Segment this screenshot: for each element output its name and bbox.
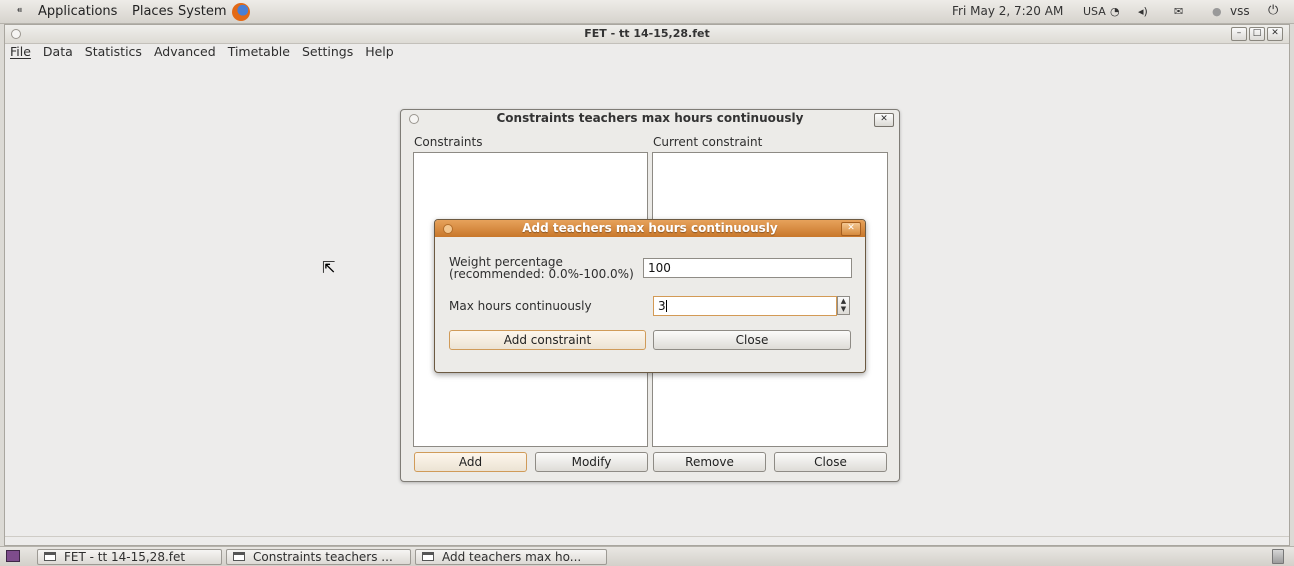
maximize-button[interactable]: □ <box>1249 27 1265 41</box>
menu-advanced[interactable]: Advanced <box>153 44 217 62</box>
menubar: File Data Statistics Advanced Timetable … <box>9 44 395 62</box>
menu-statistics[interactable]: Statistics <box>84 44 143 62</box>
gnome-foot-icon[interactable]: ⁌ <box>16 3 23 19</box>
max-hours-label: Max hours continuously <box>449 299 592 313</box>
taskbar-item-label: Constraints teachers ... <box>253 550 393 564</box>
constraints-label: Constraints <box>414 135 483 149</box>
add-constraint-button[interactable]: Add constraint <box>449 330 646 350</box>
close-icon[interactable]: ✕ <box>841 222 861 236</box>
add-dialog-titlebar[interactable]: Add teachers max hours continuously ✕ <box>435 220 865 237</box>
add-constraint-dialog: Add teachers max hours continuously ✕ We… <box>434 219 866 373</box>
status-bar <box>5 536 1289 537</box>
text-cursor <box>665 300 667 312</box>
taskbar-item-label: Add teachers max ho... <box>442 550 582 564</box>
taskbar-item-fet[interactable]: FET - tt 14-15,28.fet <box>37 549 222 565</box>
window-icon <box>44 552 56 561</box>
menu-timetable[interactable]: Timetable <box>227 44 291 62</box>
menu-places[interactable]: Places <box>132 4 173 19</box>
modify-button[interactable]: Modify <box>535 452 648 472</box>
bottom-panel: FET - tt 14-15,28.fet Constraints teache… <box>0 546 1294 566</box>
keyboard-layout-indicator[interactable]: USA <box>1083 5 1106 18</box>
menu-data[interactable]: Data <box>42 44 74 62</box>
menu-system[interactable]: System <box>178 4 226 19</box>
close-icon[interactable]: ✕ <box>874 113 894 127</box>
max-hours-spinbox[interactable]: 3 <box>653 296 837 316</box>
menu-settings[interactable]: Settings <box>301 44 354 62</box>
mail-icon[interactable]: ✉ <box>1174 5 1183 18</box>
spinbox-arrows[interactable]: ▲ ▼ <box>837 296 850 315</box>
window-icon <box>233 552 245 561</box>
trash-icon[interactable] <box>1272 549 1284 564</box>
power-icon[interactable]: ⏻ <box>1268 3 1278 18</box>
menu-help[interactable]: Help <box>364 44 395 62</box>
minimize-button[interactable]: – <box>1231 27 1247 41</box>
add-button[interactable]: Add <box>414 452 527 472</box>
window-icon <box>422 552 434 561</box>
network-icon[interactable]: ◔ <box>1110 5 1120 18</box>
menu-file[interactable]: File <box>9 44 32 62</box>
menu-applications[interactable]: Applications <box>38 4 117 19</box>
user-name[interactable]: vss <box>1230 4 1250 18</box>
close-button[interactable]: ✕ <box>1267 27 1283 41</box>
show-desktop-icon[interactable] <box>6 550 20 562</box>
weight-recommended-label: (recommended: 0.0%-100.0%) <box>449 267 634 281</box>
current-constraint-label: Current constraint <box>653 135 763 149</box>
taskbar-item-constraints[interactable]: Constraints teachers ... <box>226 549 411 565</box>
constraints-dialog-title: Constraints teachers max hours continuou… <box>496 111 804 125</box>
clock[interactable]: Fri May 2, 7:20 AM <box>952 4 1063 18</box>
close-dialog-button[interactable]: Close <box>774 452 887 472</box>
max-hours-value: 3 <box>658 299 666 313</box>
main-window-title: FET - tt 14-15,28.fet <box>584 27 710 40</box>
taskbar-item-label: FET - tt 14-15,28.fet <box>64 550 186 564</box>
firefox-icon[interactable] <box>232 3 250 21</box>
chat-status-icon[interactable]: ● <box>1212 5 1222 18</box>
volume-icon[interactable]: ◂) <box>1138 5 1148 18</box>
add-dialog-close-button[interactable]: Close <box>653 330 851 350</box>
main-titlebar[interactable]: FET - tt 14-15,28.fet – □ ✕ <box>5 25 1289 44</box>
weight-percentage-input[interactable]: 100 <box>643 258 852 278</box>
mouse-pointer-icon: ⇱ <box>322 258 336 277</box>
top-panel: ⁌ Applications Places System Fri May 2, … <box>0 0 1294 24</box>
taskbar-item-add-teachers[interactable]: Add teachers max ho... <box>415 549 607 565</box>
constraints-dialog-titlebar[interactable]: Constraints teachers max hours continuou… <box>401 110 899 128</box>
add-dialog-title: Add teachers max hours continuously <box>522 221 778 235</box>
remove-button[interactable]: Remove <box>653 452 766 472</box>
